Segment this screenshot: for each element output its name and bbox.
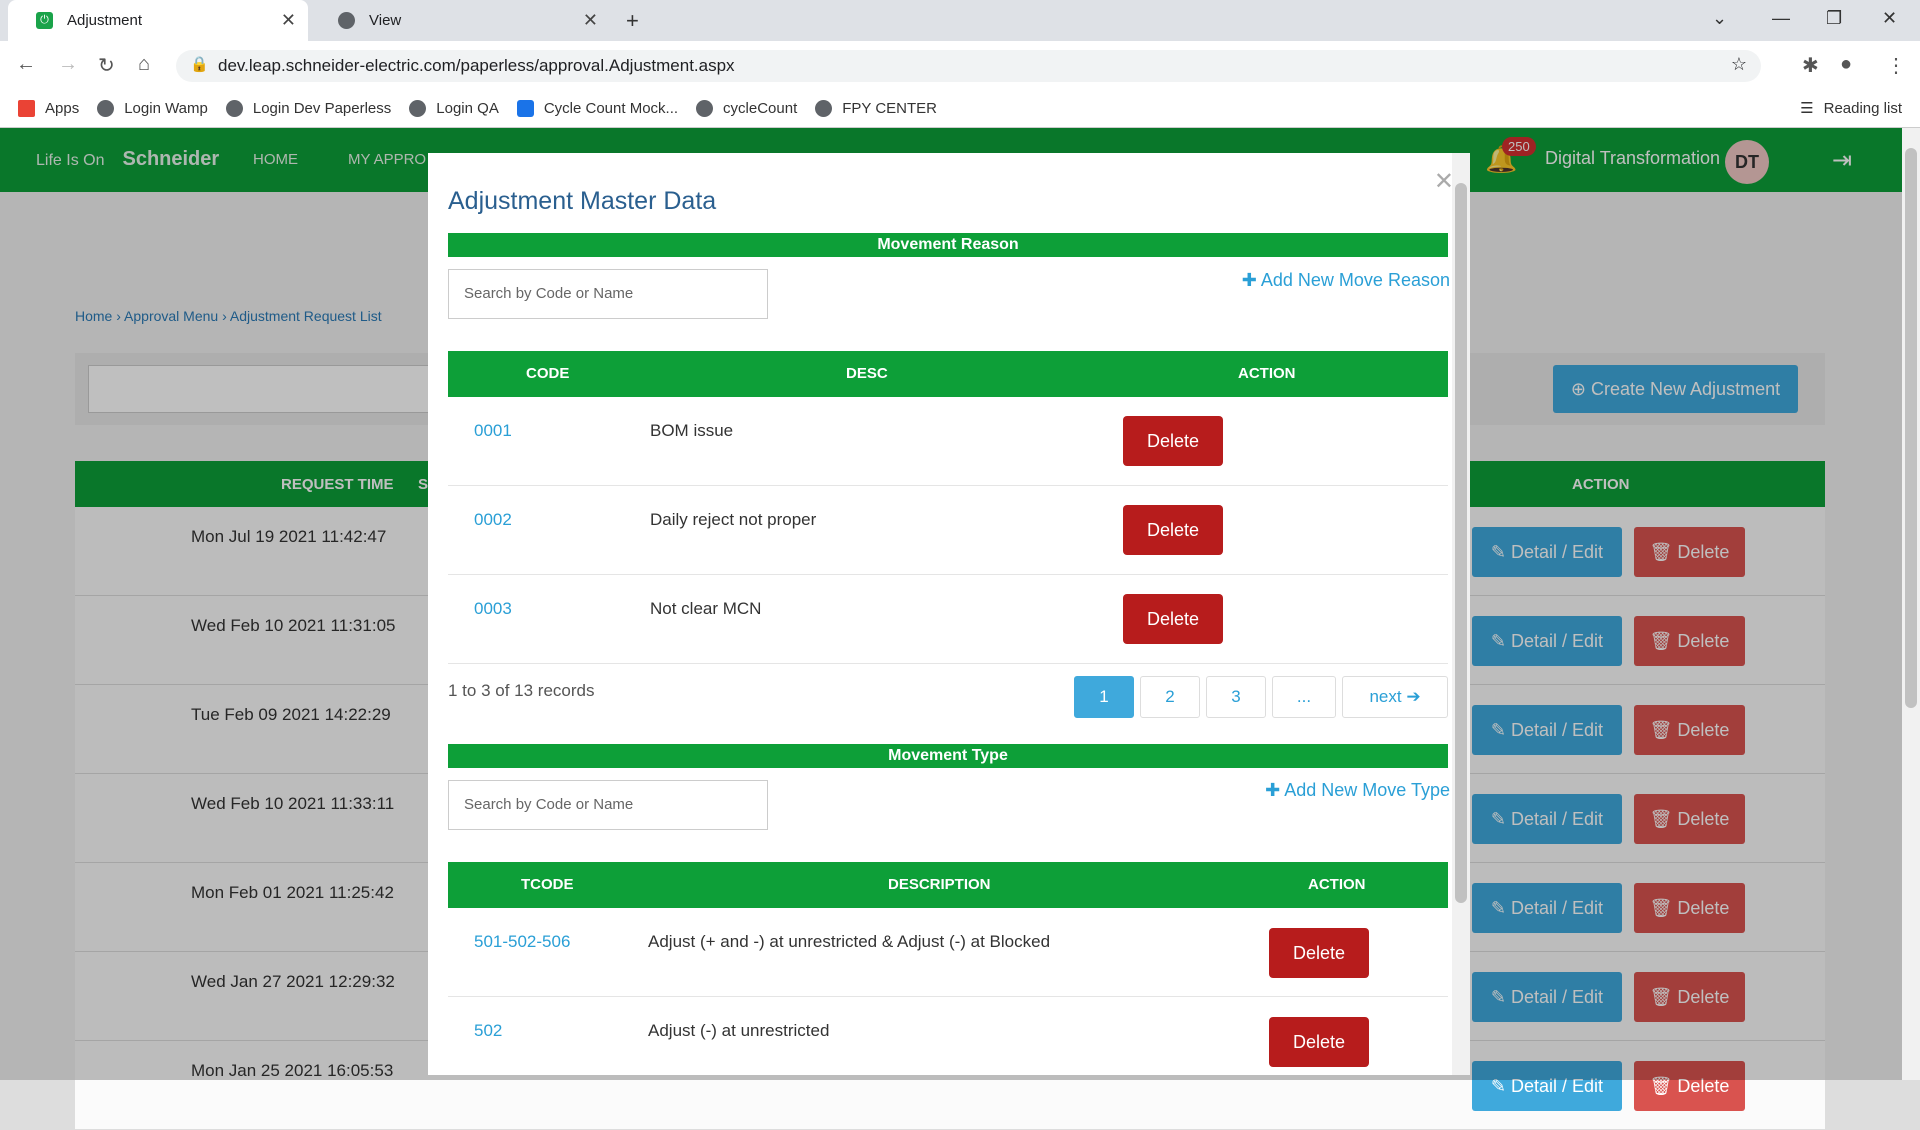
forward-icon[interactable]: →: [58, 53, 78, 76]
delete-button[interactable]: Delete: [1269, 1017, 1369, 1067]
globe-icon: [338, 12, 355, 29]
globe-icon: [409, 99, 427, 117]
back-icon[interactable]: ←: [16, 53, 36, 76]
menu-icon[interactable]: ⋮: [1886, 53, 1906, 78]
profile-icon[interactable]: ●: [1840, 53, 1852, 76]
extensions-icon[interactable]: ✱: [1802, 53, 1819, 78]
type-code-link[interactable]: 501-502-506: [474, 932, 570, 952]
reading-list[interactable]: ☰ Reading list: [1800, 99, 1902, 118]
page-button-2[interactable]: 2: [1140, 676, 1200, 718]
records-info: 1 to 3 of 13 records: [448, 681, 595, 700]
table-row: 502 Adjust (-) at unrestricted Delete: [448, 997, 1448, 1075]
delete-button[interactable]: Delete: [1123, 416, 1223, 466]
add-move-reason-link[interactable]: ✚ Add New Move Reason: [1242, 270, 1450, 291]
tab-adjustment[interactable]: ⏻ Adjustment ✕: [8, 0, 308, 41]
reason-search-input[interactable]: Search by Code or Name: [448, 269, 768, 319]
star-icon[interactable]: ☆: [1731, 54, 1747, 75]
modal-title: Adjustment Master Data: [448, 187, 717, 215]
arrow-right-icon: ➔: [1406, 687, 1421, 706]
bookmark-cycle-count-mock[interactable]: Cycle Count Mock...: [516, 99, 678, 117]
bookmark-login-qa[interactable]: Login QA: [409, 99, 499, 117]
box-icon: [516, 99, 534, 117]
close-icon[interactable]: ✕: [583, 10, 598, 31]
col-action: ACTION: [1238, 365, 1296, 382]
reason-code-link[interactable]: 0003: [474, 599, 512, 619]
reason-code-link[interactable]: 0001: [474, 421, 512, 441]
tab-title: View: [369, 12, 402, 29]
reason-code-link[interactable]: 0002: [474, 510, 512, 530]
col-code: CODE: [526, 365, 570, 382]
type-search-input[interactable]: Search by Code or Name: [448, 780, 768, 830]
url-text: dev.leap.schneider-electric.com/paperles…: [218, 56, 735, 75]
reading-list-icon: ☰: [1800, 100, 1814, 117]
window-close-icon[interactable]: ✕: [1882, 8, 1897, 29]
close-icon[interactable]: ✕: [281, 10, 296, 31]
apps-grid-icon: [18, 99, 35, 117]
type-code-link[interactable]: 502: [474, 1021, 502, 1041]
new-tab-icon[interactable]: +: [626, 8, 639, 34]
close-icon[interactable]: ✕: [1434, 167, 1454, 196]
reason-desc: BOM issue: [650, 421, 734, 440]
page-scrollbar-thumb[interactable]: [1905, 148, 1917, 708]
globe-icon: [97, 99, 115, 117]
adjustment-master-data-modal: ✕ Adjustment Master Data Movement Reason…: [428, 153, 1470, 1075]
movement-type-header: Movement Type: [448, 744, 1448, 768]
minimize-icon[interactable]: —: [1772, 8, 1790, 29]
reload-icon[interactable]: ↻: [98, 53, 115, 78]
modal-scrollbar-thumb[interactable]: [1455, 183, 1467, 903]
next-page-button[interactable]: next ➔: [1342, 676, 1448, 718]
page-button-1[interactable]: 1: [1074, 676, 1134, 718]
lock-icon: 🔒: [190, 56, 209, 73]
type-table-header: TCODE DESCRIPTION ACTION: [448, 862, 1448, 908]
add-move-type-link[interactable]: ✚ Add New Move Type: [1265, 780, 1450, 801]
bookmark-cyclecount[interactable]: cycleCount: [696, 99, 797, 117]
chevron-down-icon[interactable]: ⌄: [1712, 8, 1727, 29]
reason-table-header: CODE DESC ACTION: [448, 351, 1448, 397]
maximize-icon[interactable]: ❐: [1826, 8, 1842, 29]
plus-icon: ✚: [1265, 780, 1285, 800]
bookmark-login-wamp[interactable]: Login Wamp: [97, 99, 208, 117]
globe-icon: [225, 99, 243, 117]
tab-view[interactable]: View ✕: [310, 0, 610, 41]
page-button-3[interactable]: 3: [1206, 676, 1266, 718]
page-scrollbar[interactable]: [1902, 128, 1920, 1080]
tab-title: Adjustment: [67, 12, 143, 29]
col-tcode: TCODE: [521, 876, 574, 893]
globe-icon: [696, 99, 714, 117]
browser-tab-strip: ⏻ Adjustment ✕ View ✕ + ⌄ — ❐ ✕: [0, 0, 1920, 41]
bookmark-apps[interactable]: Apps: [18, 99, 79, 117]
delete-button[interactable]: Delete: [1269, 928, 1369, 978]
modal-scrollbar[interactable]: [1452, 153, 1470, 1075]
page-ellipsis: ...: [1272, 676, 1336, 718]
reason-desc: Not clear MCN: [650, 599, 762, 618]
col-desc: DESC: [846, 365, 888, 382]
bookmark-login-dev[interactable]: Login Dev Paperless: [225, 99, 391, 117]
home-icon[interactable]: ⌂: [138, 53, 150, 76]
bookmark-fpy-center[interactable]: FPY CENTER: [815, 99, 937, 117]
col-action: ACTION: [1308, 876, 1366, 893]
type-desc: Adjust (-) at unrestricted: [648, 1021, 830, 1040]
bookmarks-bar: Apps Login Wamp Login Dev Paperless Logi…: [0, 89, 1920, 128]
table-row: 0003 Not clear MCN Delete: [448, 575, 1448, 664]
table-row: 0002 Daily reject not proper Delete: [448, 486, 1448, 575]
address-bar: ← → ↻ ⌂ 🔒 dev.leap.schneider-electric.co…: [0, 41, 1920, 89]
plus-icon: ✚: [1241, 270, 1261, 290]
power-icon: ⏻: [36, 12, 53, 29]
type-desc: Adjust (+ and -) at unrestricted & Adjus…: [648, 932, 1051, 951]
delete-button[interactable]: Delete: [1123, 505, 1223, 555]
url-field[interactable]: 🔒 dev.leap.schneider-electric.com/paperl…: [176, 50, 1761, 82]
table-row: 0001 BOM issue Delete: [448, 397, 1448, 486]
col-description: DESCRIPTION: [888, 876, 991, 893]
table-row: 501-502-506 Adjust (+ and -) at unrestri…: [448, 908, 1448, 997]
movement-reason-header: Movement Reason: [448, 233, 1448, 257]
globe-icon: [815, 99, 833, 117]
reason-desc: Daily reject not proper: [650, 510, 817, 529]
delete-button[interactable]: Delete: [1123, 594, 1223, 644]
